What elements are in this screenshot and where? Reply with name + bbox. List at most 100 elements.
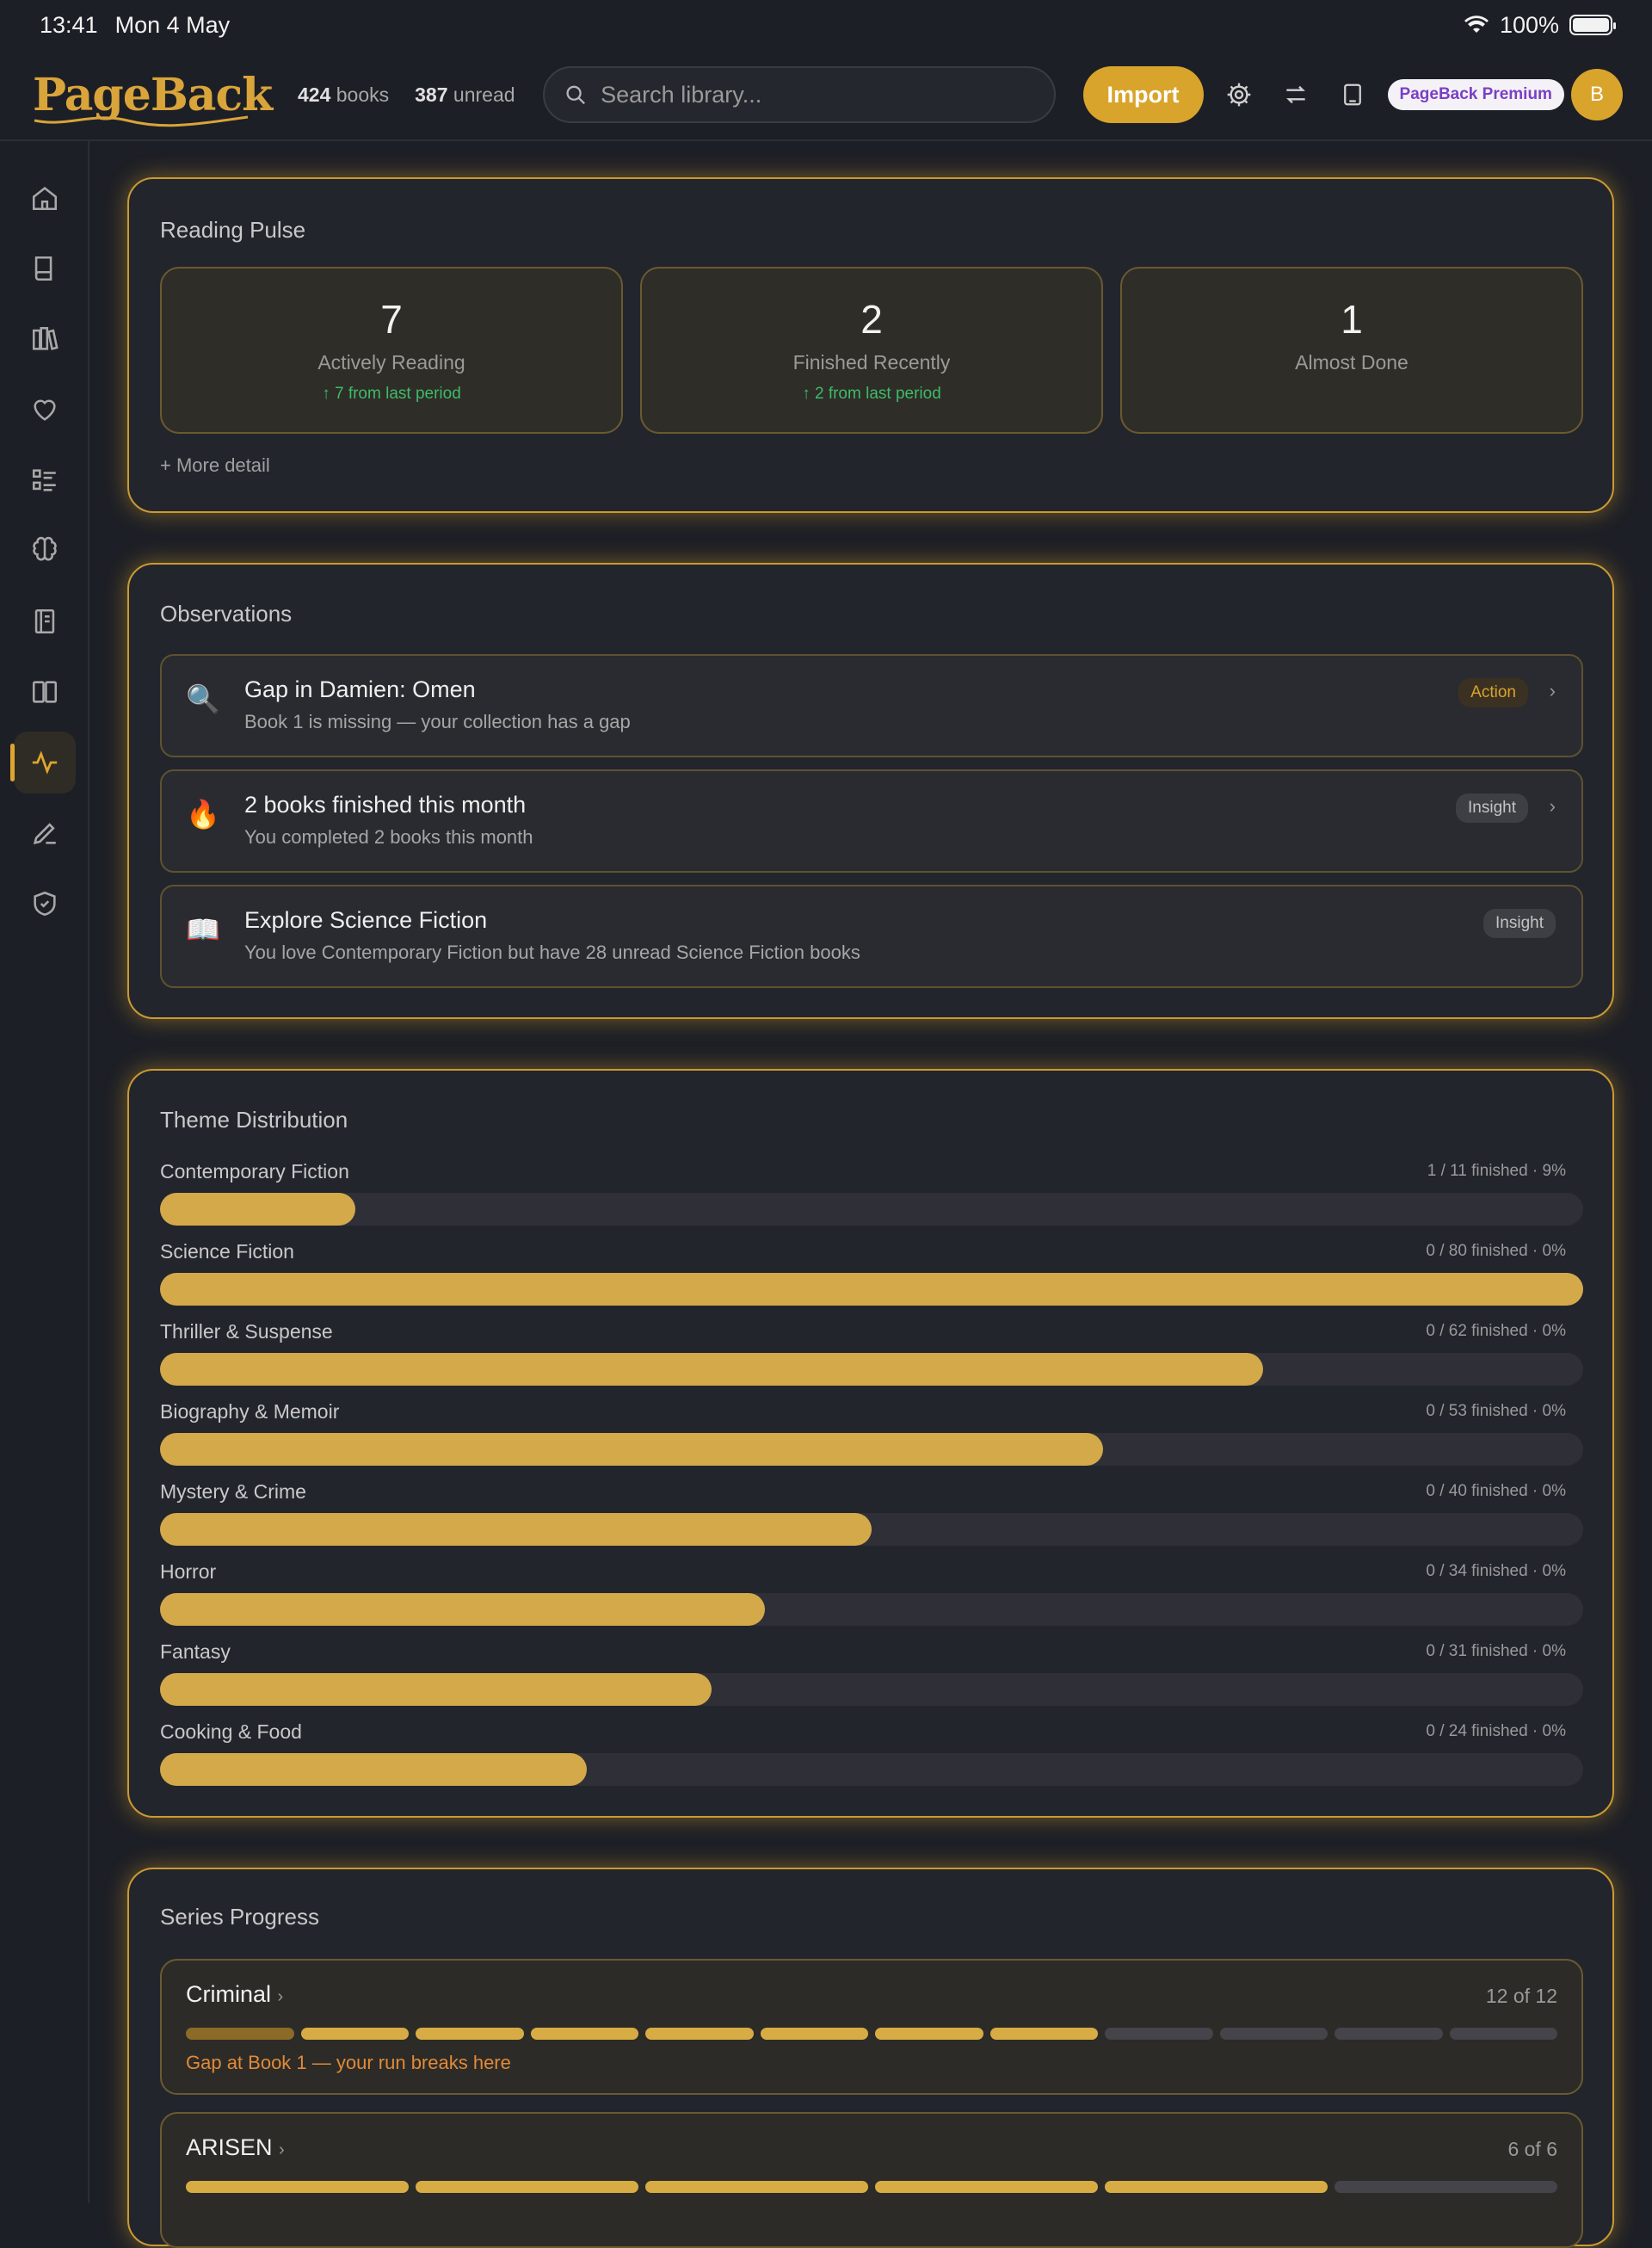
premium-badge[interactable]: PageBack Premium: [1387, 79, 1564, 110]
sidebar-item-security[interactable]: [14, 873, 76, 935]
magnifier-icon: 🔍: [186, 683, 220, 714]
app-logo[interactable]: PageBack: [33, 69, 273, 127]
series-segment: [186, 2028, 294, 2040]
observation-subtitle: You completed 2 books this month: [244, 826, 533, 848]
reading-pulse-title: Reading Pulse: [160, 217, 306, 243]
sidebar-item-library[interactable]: [14, 308, 76, 370]
heart-icon: [34, 399, 56, 421]
theme-bar-fill: [160, 1193, 356, 1226]
status-bar: 13:41 Mon 4 May 100%: [0, 0, 1652, 50]
stat-value: 1: [1341, 297, 1363, 342]
observation-subtitle: Book 1 is missing — your collection has …: [244, 711, 631, 732]
series-progress-card: Series Progress Criminal › 12 of 12 Gap at…: [127, 1868, 1614, 2248]
theme-name: Horror: [160, 1560, 217, 1583]
library-icon: [32, 326, 59, 350]
chevron-right-icon: ›: [1549, 795, 1556, 817]
observation-item[interactable]: 🔍 Gap in Damien: Omen Book 1 is missing …: [160, 654, 1583, 757]
series-count: 6 of 6: [1507, 2138, 1557, 2160]
chevron-right-icon: ›: [277, 1987, 284, 2006]
stat-value: 7: [380, 297, 403, 342]
theme-name: Science Fiction: [160, 1240, 294, 1263]
unread-label: unread: [453, 83, 515, 106]
reading-pulse-card: Reading Pulse 7 Actively Reading ↑ 7 fro…: [127, 177, 1614, 513]
theme-distribution-title: Theme Distribution: [160, 1107, 348, 1133]
series-item[interactable]: ARISEN › 6 of 6: [160, 2112, 1583, 2248]
sidebar-item-favorites[interactable]: [14, 379, 76, 441]
series-segment: [645, 2028, 754, 2040]
stat-almost-done[interactable]: 1 Almost Done: [1120, 267, 1583, 434]
sidebar-item-pulse[interactable]: [10, 732, 76, 794]
series-segment: [186, 2181, 409, 2193]
theme-bar-fill: [160, 1673, 712, 1706]
series-segment: [300, 2028, 409, 2040]
theme-bar-track: [160, 1673, 1583, 1706]
book-icon: [34, 256, 52, 281]
theme-bar-fill: [160, 1273, 1583, 1306]
series-segment: [1449, 2028, 1557, 2040]
status-time: 13:41: [40, 11, 98, 38]
theme-stat: 0 / 80 finished · 0%: [1426, 1242, 1566, 1260]
sidebar-item-books[interactable]: [14, 238, 76, 300]
observations-card: Observations 🔍 Gap in Damien: Omen Book …: [127, 563, 1614, 1019]
search-input[interactable]: [601, 81, 1035, 108]
more-detail-link[interactable]: + More detail: [160, 454, 270, 477]
series-gap-note: Gap at Book 1 — your run breaks here: [186, 2052, 511, 2073]
theme-stat: 0 / 34 finished · 0%: [1426, 1562, 1566, 1580]
search-icon: [565, 85, 585, 105]
insight-badge: Insight: [1456, 794, 1528, 823]
series-segment: [1105, 2028, 1213, 2040]
series-segment: [416, 2028, 524, 2040]
series-segment: [1219, 2028, 1328, 2040]
theme-stat: 0 / 62 finished · 0%: [1426, 1322, 1566, 1340]
settings-button[interactable]: [1211, 66, 1267, 123]
search-bar[interactable]: [542, 66, 1056, 123]
fire-icon: 🔥: [186, 799, 220, 830]
sidebar-item-brain[interactable]: [14, 520, 76, 582]
theme-bar-fill: [160, 1433, 1103, 1466]
series-segment: [760, 2028, 868, 2040]
observation-title: 2 books finished this month: [244, 792, 527, 818]
sync-icon: [1285, 85, 1305, 104]
books-count: 424: [298, 83, 331, 106]
avatar[interactable]: B: [1570, 69, 1623, 120]
sidebar-item-notebook[interactable]: [14, 590, 76, 652]
theme-name: Fantasy: [160, 1640, 231, 1663]
library-counts: 424 books 387 unread: [298, 83, 515, 107]
series-item[interactable]: Criminal › 12 of 12 Gap at Book 1 — your r…: [160, 1959, 1583, 2095]
series-segment: [530, 2028, 638, 2040]
wifi-icon: [1464, 15, 1489, 33]
theme-bar-track: [160, 1753, 1583, 1786]
series-segment: [1335, 2028, 1443, 2040]
stat-actively-reading[interactable]: 7 Actively Reading ↑ 7 from last period: [160, 267, 623, 434]
sidebar-item-home[interactable]: [14, 167, 76, 229]
theme-bar-fill: [160, 1513, 872, 1546]
observation-title: Explore Science Fiction: [244, 907, 488, 933]
device-button[interactable]: [1324, 66, 1381, 123]
stat-change: ↑ 2 from last period: [802, 385, 941, 403]
observation-item[interactable]: 📖 Explore Science Fiction You love Conte…: [160, 885, 1583, 988]
chevron-right-icon: ›: [279, 2140, 285, 2159]
theme-name: Mystery & Crime: [160, 1480, 306, 1503]
theme-name: Cooking & Food: [160, 1720, 302, 1743]
stat-change: ↑ 7 from last period: [322, 385, 461, 403]
home-icon: [32, 187, 58, 211]
stat-finished-recently[interactable]: 2 Finished Recently ↑ 2 from last period: [640, 267, 1103, 434]
theme-bar-track: [160, 1433, 1583, 1466]
observation-title: Gap in Damien: Omen: [244, 676, 476, 702]
sidebar-item-reader[interactable]: [14, 661, 76, 723]
series-segments: [186, 2181, 1557, 2193]
theme-bar-fill: [160, 1753, 588, 1786]
series-name[interactable]: Criminal ›: [186, 1981, 283, 2008]
series-segment: [875, 2028, 983, 2040]
import-button[interactable]: Import: [1082, 66, 1204, 123]
observation-item[interactable]: 🔥 2 books finished this month You comple…: [160, 769, 1583, 873]
shield-icon: [34, 891, 56, 917]
series-name[interactable]: ARISEN ›: [186, 2134, 285, 2161]
sync-button[interactable]: [1267, 66, 1324, 123]
brain-icon: [33, 536, 57, 561]
sidebar-item-write[interactable]: [14, 802, 76, 864]
theme-bar-track: [160, 1513, 1583, 1546]
sidebar-item-lists[interactable]: [14, 449, 76, 511]
series-name-text: Criminal: [186, 1981, 272, 2007]
unread-count: 387: [415, 83, 448, 106]
